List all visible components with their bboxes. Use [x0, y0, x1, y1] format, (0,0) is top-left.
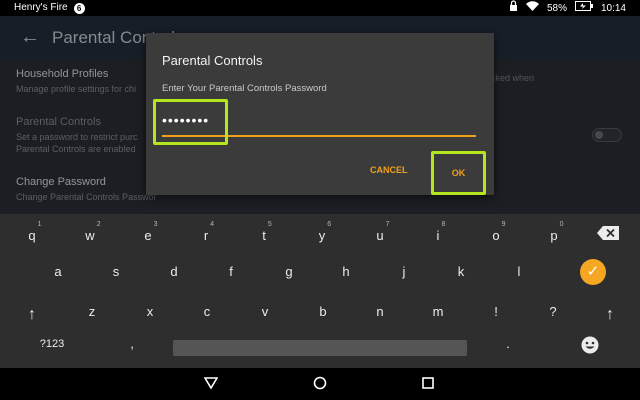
key-l[interactable]: l [505, 258, 533, 286]
battery-charging-icon [574, 0, 593, 17]
key-label: e [144, 228, 152, 243]
emoji-icon [581, 336, 599, 357]
password-dialog: Parental Controls Enter Your Parental Co… [146, 33, 494, 195]
cancel-button[interactable]: CANCEL [370, 165, 408, 175]
key-hint: 9 [501, 221, 506, 228]
key-label: u [376, 228, 384, 243]
key-label: t [262, 228, 266, 243]
key-exclamation[interactable]: ! [482, 298, 510, 326]
key-d[interactable]: d [160, 258, 188, 286]
status-right: 58% 10:14 [509, 0, 626, 17]
on-screen-keyboard: ✓ ↑ ↑ ?123 , . q1w2e3r4t5y6u7i8o9p0asdfg… [0, 214, 640, 368]
key-q[interactable]: q1 [18, 221, 46, 250]
clock: 10:14 [600, 2, 626, 14]
key-n[interactable]: n [366, 298, 394, 326]
key-g[interactable]: g [275, 258, 303, 286]
ok-button[interactable]: OK [431, 151, 486, 195]
status-left: Henry's Fire 6 [14, 0, 85, 16]
shift-key-right[interactable]: ↑ [596, 301, 624, 329]
backspace-key[interactable] [597, 226, 619, 240]
key-c[interactable]: c [193, 298, 221, 326]
key-label: o [492, 228, 500, 243]
key-j[interactable]: j [390, 258, 418, 286]
key-y[interactable]: y6 [308, 221, 336, 250]
key-hint: 7 [385, 221, 390, 228]
key-label: w [85, 228, 95, 243]
key-v[interactable]: v [251, 298, 279, 326]
key-e[interactable]: e3 [134, 221, 162, 250]
key-label: r [203, 228, 209, 243]
key-x[interactable]: x [136, 298, 164, 326]
home-circle-icon[interactable] [313, 376, 327, 395]
key-i[interactable]: i8 [424, 221, 452, 250]
dialog-prompt: Enter Your Parental Controls Password [162, 83, 327, 94]
period-key[interactable]: . [494, 330, 522, 358]
key-label: p [550, 228, 558, 243]
key-hint: 6 [327, 221, 332, 228]
key-m[interactable]: m [424, 298, 452, 326]
key-label: i [436, 228, 440, 243]
key-z[interactable]: z [78, 298, 106, 326]
key-k[interactable]: k [447, 258, 475, 286]
key-t[interactable]: t5 [250, 221, 278, 250]
key-hint: 5 [267, 221, 272, 228]
checkmark-icon: ✓ [586, 263, 600, 280]
shift-icon: ↑ [606, 306, 614, 323]
key-hint: 1 [37, 221, 42, 228]
lock-icon [509, 0, 518, 17]
key-label: q [28, 228, 36, 243]
navigation-bar [0, 368, 640, 400]
shift-icon: ↑ [28, 306, 36, 323]
key-hint: 8 [441, 221, 446, 228]
key-a[interactable]: a [44, 258, 72, 286]
comma-key[interactable]: , [118, 330, 146, 358]
key-hint: 0 [559, 221, 564, 228]
battery-percent: 58% [546, 2, 567, 14]
shift-key-left[interactable]: ↑ [18, 301, 46, 329]
profile-name: Henry's Fire [14, 2, 68, 13]
status-bar: Henry's Fire 6 58% 10:14 [0, 0, 640, 16]
space-key[interactable] [173, 340, 467, 356]
key-r[interactable]: r4 [192, 221, 220, 250]
key-hint: 4 [210, 221, 215, 228]
dialog-title: Parental Controls [162, 53, 263, 68]
key-s[interactable]: s [102, 258, 130, 286]
key-b[interactable]: b [309, 298, 337, 326]
key-u[interactable]: u7 [366, 221, 394, 250]
key-o[interactable]: o9 [482, 221, 510, 250]
enter-key[interactable]: ✓ [580, 259, 606, 285]
key-p[interactable]: p0 [540, 221, 568, 250]
notification-count-badge: 6 [73, 2, 85, 14]
key-w[interactable]: w2 [76, 221, 104, 250]
key-label: y [318, 228, 326, 243]
key-hint: 2 [96, 221, 101, 228]
symbols-key[interactable]: ?123 [30, 330, 74, 358]
emoji-key[interactable] [576, 334, 604, 356]
key-hint: 3 [153, 221, 158, 228]
key-h[interactable]: h [332, 258, 360, 286]
wifi-icon [525, 0, 539, 17]
back-triangle-icon[interactable] [203, 376, 219, 394]
key-f[interactable]: f [217, 258, 245, 286]
recents-square-icon[interactable] [422, 376, 434, 394]
password-highlight-box [153, 99, 228, 145]
backspace-icon [597, 226, 619, 244]
key-question[interactable]: ? [539, 298, 567, 326]
